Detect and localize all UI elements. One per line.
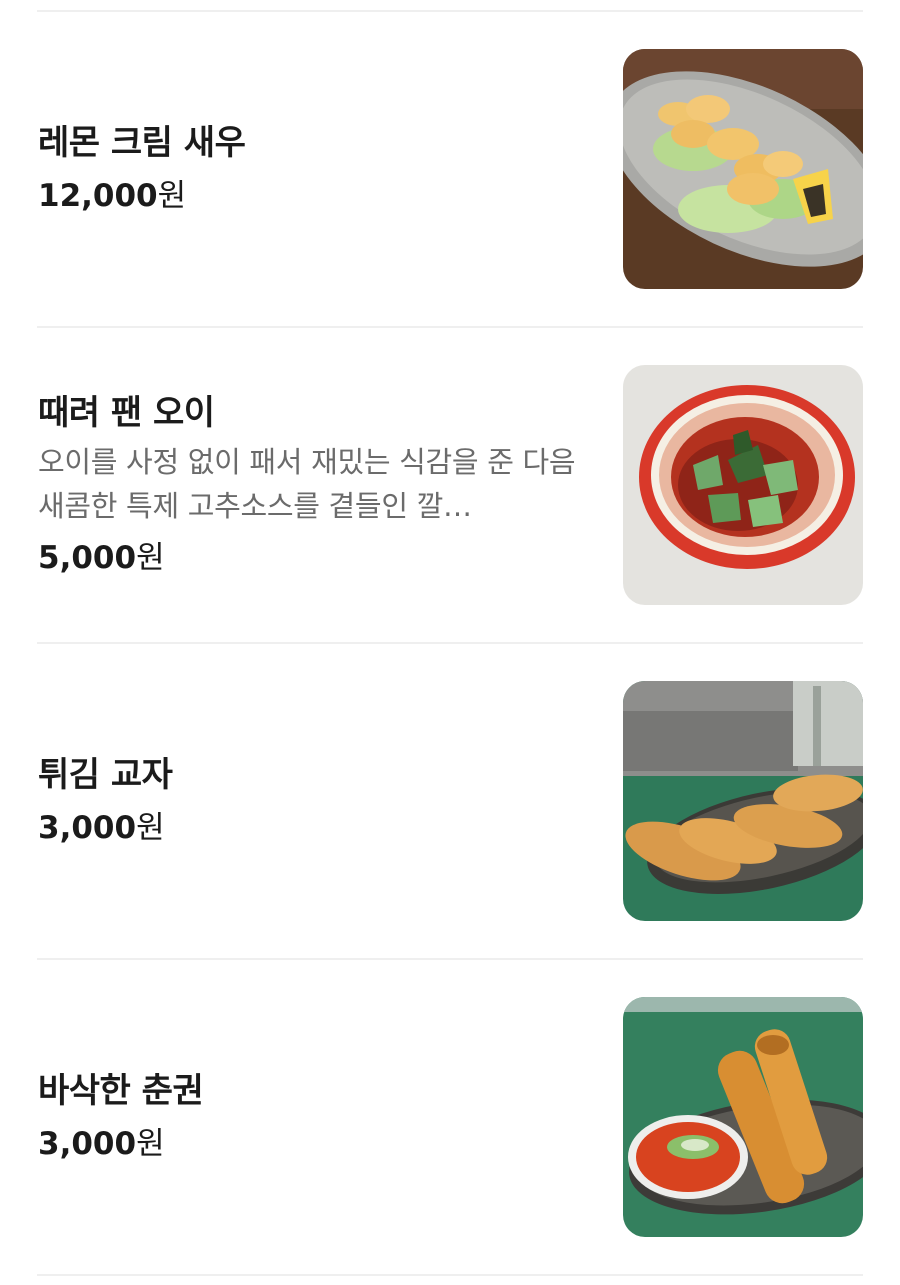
menu-item-text: 튀김 교자 3,000원	[38, 643, 583, 959]
price-value: 3,000	[38, 1126, 137, 1162]
menu-item-price: 12,000원	[38, 174, 583, 218]
menu-item-name: 튀김 교자	[38, 755, 173, 795]
menu-item-name: 때려 팬 오이	[38, 393, 215, 433]
price-value: 5,000	[38, 540, 137, 576]
menu-item-description: 오이를 사정 없이 패서 재밌는 식감을 준 다음 새콤한 특제 고추소스를 곁…	[38, 445, 576, 523]
smashed-cucumber-photo[interactable]	[623, 365, 863, 605]
currency-unit: 원	[136, 810, 165, 846]
menu-item-lemon-cream-shrimp[interactable]: 레몬 크림 새우 12,000원	[0, 11, 900, 327]
menu-item-price: 3,000원	[38, 806, 583, 850]
menu-item-smashed-cucumber[interactable]: 때려 팬 오이 오이를 사정 없이 패서 재밌는 식감을 준 다음 새콤한 특제…	[0, 327, 900, 643]
menu-item-text: 때려 팬 오이 오이를 사정 없이 패서 재밌는 식감을 준 다음 새콤한 특제…	[38, 327, 583, 643]
price-value: 3,000	[38, 810, 137, 846]
menu-item-name: 레몬 크림 새우	[38, 123, 246, 163]
menu-item-price: 3,000원	[38, 1122, 583, 1166]
menu-item-text: 레몬 크림 새우 12,000원	[38, 11, 583, 327]
currency-unit: 원	[157, 178, 187, 214]
menu-item-name: 바삭한 춘권	[38, 1071, 204, 1111]
crispy-spring-roll-photo[interactable]	[623, 997, 863, 1237]
lemon-cream-shrimp-photo[interactable]	[623, 49, 863, 289]
price-value: 12,000	[38, 178, 158, 214]
menu-item-fried-gyoza[interactable]: 튀김 교자 3,000원	[0, 643, 900, 959]
fried-gyoza-photo[interactable]	[623, 681, 863, 921]
menu-item-crispy-spring-roll[interactable]: 바삭한 춘권 3,000원	[0, 959, 900, 1275]
menu-item-text: 바삭한 춘권 3,000원	[38, 959, 583, 1275]
currency-unit: 원	[136, 540, 165, 576]
currency-unit: 원	[136, 1126, 165, 1162]
divider	[37, 1274, 863, 1276]
menu-item-price: 5,000원	[38, 536, 583, 580]
